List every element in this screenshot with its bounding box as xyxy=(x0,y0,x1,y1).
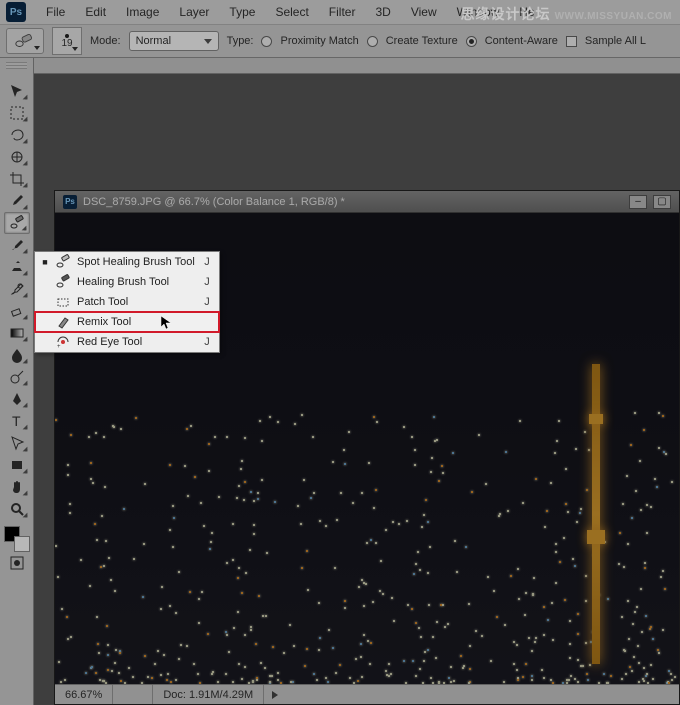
flyout-item-red-eye-tool[interactable]: + Red Eye Tool J xyxy=(35,332,219,352)
tower-graphic xyxy=(583,364,609,664)
menu-help[interactable]: He xyxy=(509,5,544,19)
clone-stamp-tool[interactable] xyxy=(4,256,30,278)
flyout-label: Healing Brush Tool xyxy=(77,276,195,288)
toolbox-grip[interactable] xyxy=(6,62,27,69)
flyout-shortcut: J xyxy=(201,276,213,288)
brush-size-picker[interactable]: 19 xyxy=(52,27,82,55)
workspace: Ps DSC_8759.JPG @ 66.7% (Color Balance 1… xyxy=(34,58,680,705)
status-play-icon[interactable] xyxy=(272,691,278,699)
menu-layer[interactable]: Layer xyxy=(169,5,219,19)
flyout-label: Remix Tool xyxy=(77,316,195,328)
eraser-tool[interactable] xyxy=(4,300,30,322)
tool-icon xyxy=(55,254,71,270)
eyedropper-tool[interactable] xyxy=(4,190,30,212)
flyout-item-spot-healing-brush-tool[interactable]: ■ Spot Healing Brush Tool J xyxy=(35,252,219,272)
flyout-item-remix-tool[interactable]: Remix Tool xyxy=(35,312,219,332)
brush-tool[interactable] xyxy=(4,234,30,256)
menu-type[interactable]: Type xyxy=(219,5,265,19)
pen-tool[interactable] xyxy=(4,388,30,410)
move-tool[interactable] xyxy=(4,80,30,102)
flyout-label: Patch Tool xyxy=(77,296,195,308)
tool-icon xyxy=(55,274,71,290)
doc-icon: Ps xyxy=(63,195,77,209)
minimize-button[interactable]: – xyxy=(629,195,647,209)
flyout-label: Spot Healing Brush Tool xyxy=(77,256,195,268)
zoom-level[interactable]: 66.67% xyxy=(55,685,113,704)
quick-select-tool[interactable] xyxy=(4,146,30,168)
flyout-shortcut: J xyxy=(201,296,213,308)
menu-window[interactable]: Window xyxy=(447,5,510,19)
flyout-item-patch-tool[interactable]: Patch Tool J xyxy=(35,292,219,312)
zoom-tool[interactable] xyxy=(4,498,30,520)
spot-healing-tool[interactable] xyxy=(4,212,30,234)
maximize-button[interactable]: ▢ xyxy=(653,195,671,209)
radio-content-aware[interactable]: Content-Aware xyxy=(466,35,558,47)
options-bar: 19 Mode: Normal Type: Proximity Match Cr… xyxy=(0,24,680,58)
menu-select[interactable]: Select xyxy=(265,5,318,19)
crop-tool[interactable] xyxy=(4,168,30,190)
current-marker: ■ xyxy=(41,257,49,267)
tool-icon xyxy=(55,294,71,310)
menu-filter[interactable]: Filter xyxy=(319,5,366,19)
history-brush-tool[interactable] xyxy=(4,278,30,300)
flyout-shortcut: J xyxy=(201,256,213,268)
blur-tool[interactable] xyxy=(4,344,30,366)
app-logo: Ps xyxy=(6,2,26,22)
hand-tool[interactable] xyxy=(4,476,30,498)
svg-text:T: T xyxy=(12,413,21,429)
path-select-tool[interactable] xyxy=(4,432,30,454)
document-title: DSC_8759.JPG @ 66.7% (Color Balance 1, R… xyxy=(83,196,345,208)
lasso-tool[interactable] xyxy=(4,124,30,146)
mode-value: Normal xyxy=(136,35,171,47)
tool-icon: + xyxy=(55,334,71,350)
mode-select[interactable]: Normal xyxy=(129,31,219,51)
check-sample-all[interactable]: Sample All L xyxy=(566,35,646,47)
radio-proximity[interactable]: Proximity Match xyxy=(261,35,358,47)
flyout-shortcut: J xyxy=(201,336,213,348)
doc-info[interactable]: Doc: 1.91M/4.29M xyxy=(153,685,264,704)
menu-bar: Ps File Edit Image Layer Type Select Fil… xyxy=(0,0,680,24)
flyout-label: Red Eye Tool xyxy=(77,336,195,348)
menu-3d[interactable]: 3D xyxy=(365,5,400,19)
status-spacer xyxy=(113,685,153,704)
menu-image[interactable]: Image xyxy=(116,5,169,19)
mode-label: Mode: xyxy=(90,35,121,47)
color-swatches[interactable] xyxy=(4,526,30,552)
type-tool[interactable]: T xyxy=(4,410,30,432)
tool-icon xyxy=(55,314,71,330)
radio-texture[interactable]: Create Texture xyxy=(367,35,458,47)
toolbox: T xyxy=(0,58,34,705)
tool-preset-picker[interactable] xyxy=(6,28,44,54)
type-label: Type: xyxy=(227,35,254,47)
status-bar: 66.67% Doc: 1.91M/4.29M xyxy=(55,684,679,704)
dodge-tool[interactable] xyxy=(4,366,30,388)
menu-edit[interactable]: Edit xyxy=(75,5,116,19)
healing-tool-flyout: ■Spot Healing Brush ToolJHealing Brush T… xyxy=(34,251,220,353)
marquee-tool[interactable] xyxy=(4,102,30,124)
quick-mask-toggle[interactable] xyxy=(4,552,30,574)
rectangle-tool[interactable] xyxy=(4,454,30,476)
svg-text:+: + xyxy=(57,344,61,350)
gradient-tool[interactable] xyxy=(4,322,30,344)
brush-size-value: 19 xyxy=(61,38,72,49)
menu-view[interactable]: View xyxy=(401,5,447,19)
flyout-item-healing-brush-tool[interactable]: Healing Brush Tool J xyxy=(35,272,219,292)
ruler-horizontal xyxy=(34,58,680,74)
menu-file[interactable]: File xyxy=(36,5,75,19)
document-titlebar[interactable]: Ps DSC_8759.JPG @ 66.7% (Color Balance 1… xyxy=(55,191,679,213)
